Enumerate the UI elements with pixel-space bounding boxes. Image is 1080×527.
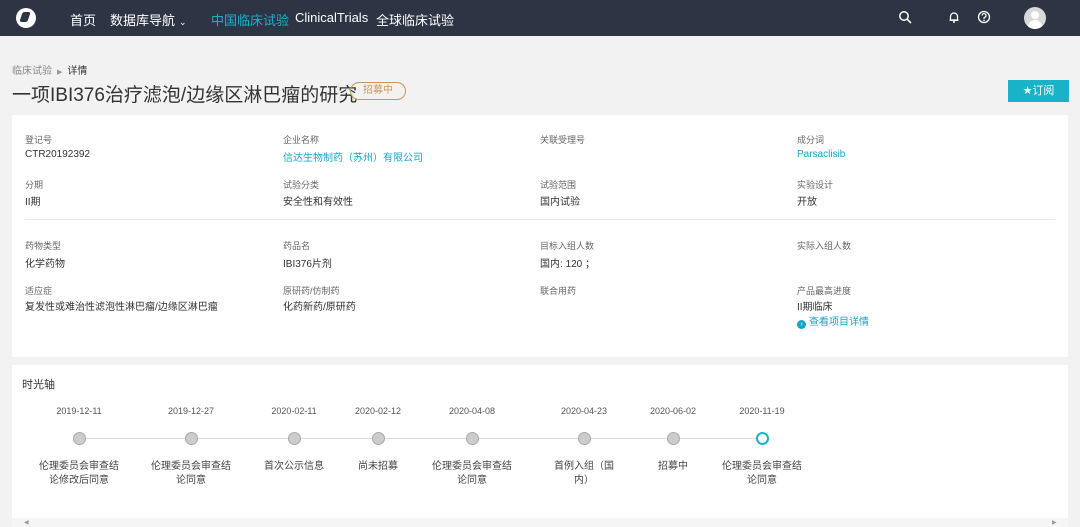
project-details-link[interactable]: › 查看项目详情 <box>797 313 869 329</box>
help-icon[interactable] <box>976 10 992 26</box>
timeline-event-label: 伦理委员会审查结论同意 <box>722 461 802 486</box>
drug-name-value: IBI376片剂 <box>283 259 332 270</box>
max-progress-label: 产品最高进度 <box>797 286 852 296</box>
avatar[interactable] <box>1024 7 1046 29</box>
max-progress-value: II期临床 <box>797 302 833 313</box>
indication-label: 适应症 <box>25 286 53 296</box>
design-label: 实验设计 <box>797 180 834 190</box>
company-link[interactable]: 信达生物制药（苏州）有限公司 <box>283 149 423 164</box>
status-badge: 招募中 <box>350 82 406 100</box>
design-value: 开放 <box>797 197 817 208</box>
acceptance-no-label: 关联受理号 <box>540 135 586 145</box>
chevron-down-icon: ⌄ <box>179 17 187 27</box>
divider <box>25 219 1055 220</box>
timeline-event-label: 伦理委员会审查结论修改后同意 <box>39 461 119 486</box>
timeline-node[interactable] <box>287 432 301 445</box>
timeline-node[interactable] <box>465 432 479 445</box>
timeline-date: 2019-12-27 <box>167 406 215 416</box>
timeline-date: 2020-11-19 <box>739 406 785 416</box>
phase-value: II期 <box>25 197 41 208</box>
trial-scope-value: 国内试验 <box>540 197 580 208</box>
timeline-event-label: 伦理委员会审查结论同意 <box>432 461 512 486</box>
target-enroll-value: 国内: 120 ； <box>540 259 596 270</box>
drug-name-label: 药品名 <box>283 241 311 251</box>
timeline-node[interactable] <box>72 432 86 445</box>
nav-global-trials[interactable]: 全球临床试验 <box>376 10 454 29</box>
logo-icon[interactable] <box>16 8 36 28</box>
timeline-date: 2019-12-11 <box>56 406 102 416</box>
timeline-date: 2020-06-02 <box>649 406 697 416</box>
page-title: 一项IBI376治疗滤泡/边缘区淋巴瘤的研究 <box>12 85 358 106</box>
horizontal-scrollbar[interactable]: ◀ ▶ <box>12 518 1068 527</box>
trial-class-label: 试验分类 <box>283 180 320 190</box>
company-label: 企业名称 <box>283 135 320 145</box>
timeline-node[interactable] <box>666 432 680 445</box>
timeline-node-current[interactable] <box>755 432 769 445</box>
timeline-event-label: 招募中 <box>658 461 688 472</box>
timeline-title: 时光轴 <box>22 379 55 391</box>
subscribe-button[interactable]: ★订阅 <box>1008 80 1069 102</box>
breadcrumb-current: 详情 <box>67 66 88 77</box>
scroll-left-icon[interactable]: ◀ <box>24 519 29 526</box>
search-icon[interactable] <box>897 10 913 26</box>
reg-no-value: CTR20192392 <box>25 149 91 160</box>
timeline-event-label: 伦理委员会审查结论同意 <box>151 461 231 486</box>
notification-icon[interactable] <box>946 10 962 26</box>
nav-china-trials[interactable]: 中国临床试验 <box>211 10 289 29</box>
breadcrumb-root[interactable]: 临床试验 <box>12 66 52 77</box>
timeline-node[interactable] <box>371 432 385 445</box>
arrow-right-icon: › <box>797 320 806 329</box>
timeline-node[interactable] <box>577 432 591 445</box>
timeline-event-label: 尚未招募 <box>358 461 398 472</box>
indication-value: 复发性或难治性滤泡性淋巴瘤/边缘区淋巴瘤 <box>25 302 218 313</box>
scroll-right-icon[interactable]: ▶ <box>1052 519 1057 526</box>
trial-details-card <box>12 115 1068 357</box>
original-generic-label: 原研药/仿制药 <box>283 286 340 296</box>
target-enroll-label: 目标入组人数 <box>540 241 595 251</box>
drug-type-value: 化学药物 <box>25 259 65 270</box>
timeline-date: 2020-02-11 <box>271 406 317 416</box>
timeline-date: 2020-04-23 <box>560 406 608 416</box>
chevron-right-icon: ▶ <box>57 69 63 76</box>
project-details-label: 查看项目详情 <box>809 317 869 328</box>
timeline-node[interactable] <box>184 432 198 445</box>
ingredient-link[interactable]: Parsaclisib <box>797 149 845 160</box>
combination-label: 联合用药 <box>540 286 577 296</box>
nav-database[interactable]: 数据库导航 ⌄ <box>110 10 187 29</box>
ingredient-label: 成分词 <box>797 135 825 145</box>
reg-no-label: 登记号 <box>25 135 53 145</box>
actual-enroll-label: 实际入组人数 <box>797 241 852 251</box>
phase-label: 分期 <box>25 180 44 190</box>
trial-class-value: 安全性和有效性 <box>283 197 353 208</box>
nav-database-label: 数据库导航 <box>110 13 176 28</box>
nav-clinicaltrials[interactable]: ClinicalTrials <box>295 10 368 25</box>
timeline-track <box>78 438 762 439</box>
drug-type-label: 药物类型 <box>25 241 62 251</box>
trial-scope-label: 试验范围 <box>540 180 577 190</box>
timeline-date: 2020-02-12 <box>354 406 402 416</box>
timeline-date: 2020-04-08 <box>448 406 496 416</box>
original-generic-value: 化药新药/原研药 <box>283 302 356 313</box>
timeline-event-label: 首例入组（国内） <box>554 461 614 486</box>
timeline-event-label: 首次公示信息 <box>264 461 324 472</box>
timeline-card <box>12 365 1068 518</box>
top-navigation-bar: 首页 数据库导航 ⌄ 中国临床试验 ClinicalTrials 全球临床试验 <box>0 0 1080 36</box>
breadcrumb: 临床试验 ▶ 详情 <box>12 62 87 77</box>
nav-home[interactable]: 首页 <box>70 10 96 29</box>
